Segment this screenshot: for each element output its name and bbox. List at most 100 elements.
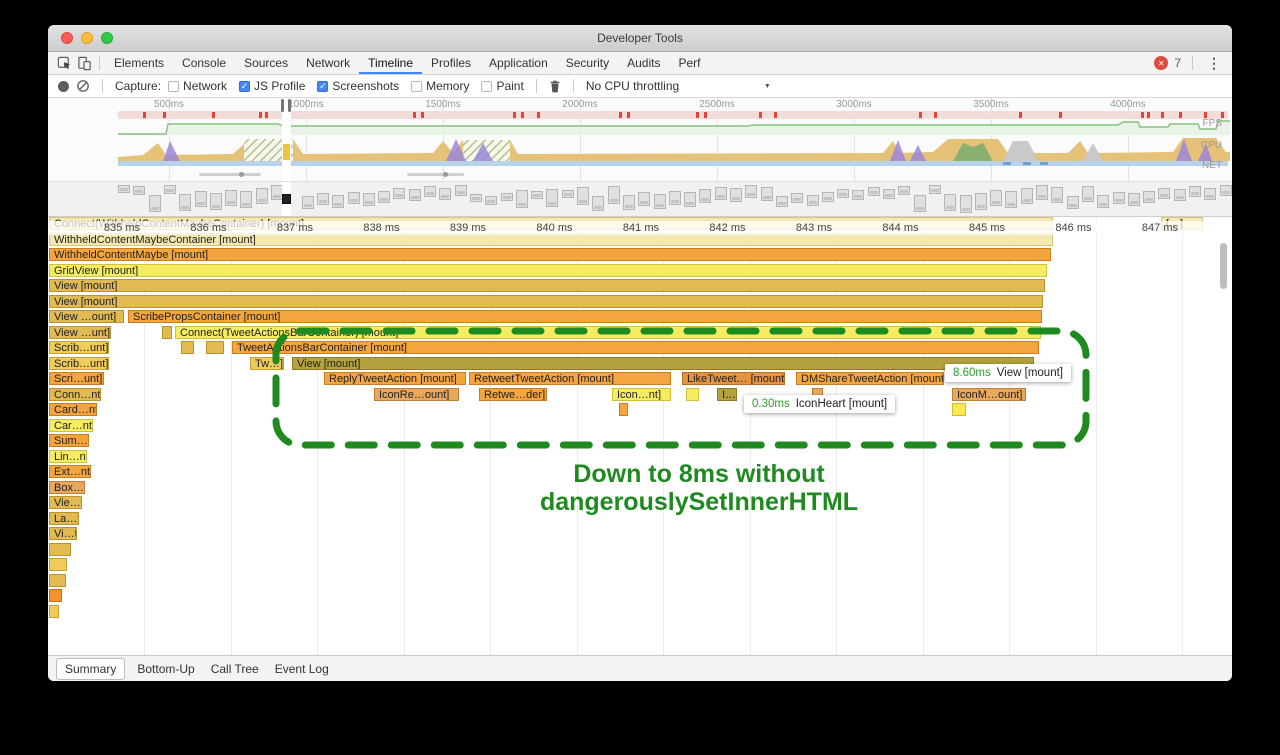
screenshot-thumbnail[interactable] xyxy=(240,191,252,208)
screenshot-thumbnail[interactable] xyxy=(807,195,819,206)
tab-security[interactable]: Security xyxy=(557,52,618,74)
flame-bar-vie-t[interactable]: Vie…t] xyxy=(49,496,82,509)
detail-tab-summary[interactable]: Summary xyxy=(56,658,125,680)
checkbox-checked-icon[interactable]: ✓ xyxy=(239,81,250,92)
capture-paint-checkbox[interactable]: Paint xyxy=(481,79,523,93)
screenshot-thumbnail[interactable] xyxy=(822,192,834,202)
flame-bar-view-mount[interactable]: View [mount] xyxy=(49,295,1043,308)
flame-bar-dmsharetweetaction-mount[interactable]: DMShareTweetAction [mount] xyxy=(796,372,944,385)
screenshot-thumbnail[interactable] xyxy=(1128,193,1140,206)
flame-bar-iconre-ount[interactable]: IconRe…ount] xyxy=(374,388,459,401)
screenshot-thumbnail[interactable] xyxy=(1021,188,1033,204)
screenshot-thumbnail[interactable] xyxy=(1174,189,1186,201)
flame-bar-card-nt[interactable]: Card…nt] xyxy=(49,403,97,416)
screenshot-thumbnail[interactable] xyxy=(1097,195,1109,208)
screenshot-thumbnail[interactable] xyxy=(715,187,727,200)
screenshot-thumbnail[interactable] xyxy=(179,194,191,211)
flame-bar-car-nt[interactable]: Car…nt] xyxy=(49,419,93,432)
inspect-element-icon[interactable] xyxy=(54,53,74,73)
flame-bar[interactable] xyxy=(162,326,172,339)
screenshot-thumbnail[interactable] xyxy=(791,193,803,203)
screenshot-thumbnail[interactable] xyxy=(118,185,130,193)
screenshot-thumbnail[interactable] xyxy=(149,195,161,212)
flame-bar-scrib-unt[interactable]: Scrib…unt] xyxy=(49,341,109,354)
flame-bar-withheldcontentmaybe-mount[interactable]: WithheldContentMaybe [mount] xyxy=(49,248,1051,261)
flame-bar-lin-nt[interactable]: Lin…nt] xyxy=(49,450,87,463)
flame-bar[interactable] xyxy=(49,558,67,571)
screenshot-thumbnail[interactable] xyxy=(332,195,344,208)
screenshot-thumbnail[interactable] xyxy=(990,190,1002,206)
screenshot-thumbnail[interactable] xyxy=(1158,188,1170,199)
screenshot-thumbnail[interactable] xyxy=(1204,188,1216,200)
cpu-throttling-select[interactable]: No CPU throttling ▼ xyxy=(586,79,771,93)
screenshot-thumbnail[interactable] xyxy=(363,193,375,206)
flame-bar-retweettweetaction-mount[interactable]: RetweetTweetAction [mount] xyxy=(469,372,671,385)
screenshot-thumbnail[interactable] xyxy=(302,196,314,209)
record-button[interactable] xyxy=(58,81,69,92)
selection-left-handle[interactable] xyxy=(281,99,284,112)
flame-bar-i[interactable]: I…] xyxy=(717,388,737,401)
screenshot-thumbnail[interactable] xyxy=(776,196,788,207)
screenshot-thumbnail[interactable] xyxy=(592,196,604,211)
detail-tab-call-tree[interactable]: Call Tree xyxy=(211,662,259,676)
menu-dots-icon[interactable]: ⋮ xyxy=(1204,55,1224,72)
tab-timeline[interactable]: Timeline xyxy=(359,52,422,74)
screenshot-thumbnail[interactable] xyxy=(745,185,757,198)
flame-bar-ext-nt[interactable]: Ext…nt] xyxy=(49,465,91,478)
tab-network[interactable]: Network xyxy=(297,52,359,74)
flame-bar-replytweetaction-mount[interactable]: ReplyTweetAction [mount] xyxy=(324,372,466,385)
screenshot-thumbnail[interactable] xyxy=(638,192,650,206)
tab-perf[interactable]: Perf xyxy=(669,52,709,74)
screenshot-thumbnail[interactable] xyxy=(485,196,497,205)
screenshot-thumbnail[interactable] xyxy=(133,186,145,195)
screenshot-thumbnail[interactable] xyxy=(883,189,895,199)
selection-right-handle[interactable] xyxy=(288,99,291,112)
flame-bar-sum-t[interactable]: Sum…t] xyxy=(49,434,89,447)
screenshot-thumbnail[interactable] xyxy=(684,192,696,207)
screenshot-thumbnail[interactable] xyxy=(914,195,926,212)
screenshot-thumbnail[interactable] xyxy=(439,188,451,200)
error-count[interactable]: 7 xyxy=(1174,56,1181,70)
tab-sources[interactable]: Sources xyxy=(235,52,297,74)
flame-bar-iconm-ount[interactable]: IconM…ount] xyxy=(952,388,1026,401)
flame-bar[interactable] xyxy=(686,388,699,401)
capture-screenshots-checkbox[interactable]: ✓Screenshots xyxy=(317,79,399,93)
flame-chart[interactable]: Connect(WithheldContentMaybeContainer) [… xyxy=(48,217,1232,655)
screenshot-thumbnail[interactable] xyxy=(654,194,666,209)
capture-memory-checkbox[interactable]: Memory xyxy=(411,79,469,93)
collect-garbage-button[interactable] xyxy=(549,80,561,93)
screenshot-thumbnail[interactable] xyxy=(1051,187,1063,203)
screenshot-thumbnail[interactable] xyxy=(256,188,268,204)
flame-bar-view-mount[interactable]: View [mount] xyxy=(49,279,1045,292)
checkbox-icon[interactable] xyxy=(481,81,492,92)
flame-bar-tw[interactable]: Tw…] xyxy=(250,357,284,370)
flame-bar-vi-t[interactable]: Vi…t] xyxy=(49,527,77,540)
flame-bar[interactable] xyxy=(206,341,224,354)
flame-bar-liketweet-mount[interactable]: LikeTweet… [mount] xyxy=(682,372,785,385)
tab-audits[interactable]: Audits xyxy=(618,52,669,74)
screenshot-thumbnail[interactable] xyxy=(868,187,880,196)
screenshot-thumbnail[interactable] xyxy=(562,190,574,198)
flame-bar-tweetactionsbarcontainer-mount[interactable]: TweetActionsBarContainer [mount] xyxy=(232,341,1039,354)
screenshot-thumbnail[interactable] xyxy=(501,193,513,201)
screenshot-thumbnail[interactable] xyxy=(1082,186,1094,202)
screenshot-thumbnail[interactable] xyxy=(975,193,987,210)
vertical-scrollbar-thumb[interactable] xyxy=(1220,243,1227,289)
detail-tab-event-log[interactable]: Event Log xyxy=(275,662,329,676)
detail-tab-bottom-up[interactable]: Bottom-Up xyxy=(137,662,194,676)
screenshot-thumbnail[interactable] xyxy=(470,194,482,202)
screenshot-thumbnail[interactable] xyxy=(1143,191,1155,203)
screenshot-thumbnail[interactable] xyxy=(960,195,972,213)
screenshot-thumbnail[interactable] xyxy=(608,186,620,204)
flame-bar-gridview-mount[interactable]: GridView [mount] xyxy=(49,264,1047,277)
flame-bar-icon-nt[interactable]: Icon…nt] xyxy=(612,388,671,401)
screenshot-thumbnail[interactable] xyxy=(730,188,742,202)
screenshot-thumbnail[interactable] xyxy=(516,190,528,208)
capture-js-profile-checkbox[interactable]: ✓JS Profile xyxy=(239,79,305,93)
screenshot-thumbnail[interactable] xyxy=(348,192,360,204)
flame-bar[interactable] xyxy=(49,574,66,587)
flame-bar-scrib-unt[interactable]: Scrib…unt] xyxy=(49,357,109,370)
tab-application[interactable]: Application xyxy=(480,52,557,74)
screenshot-thumbnail[interactable] xyxy=(210,193,222,210)
flame-bar-la-t[interactable]: La…t] xyxy=(49,512,79,525)
